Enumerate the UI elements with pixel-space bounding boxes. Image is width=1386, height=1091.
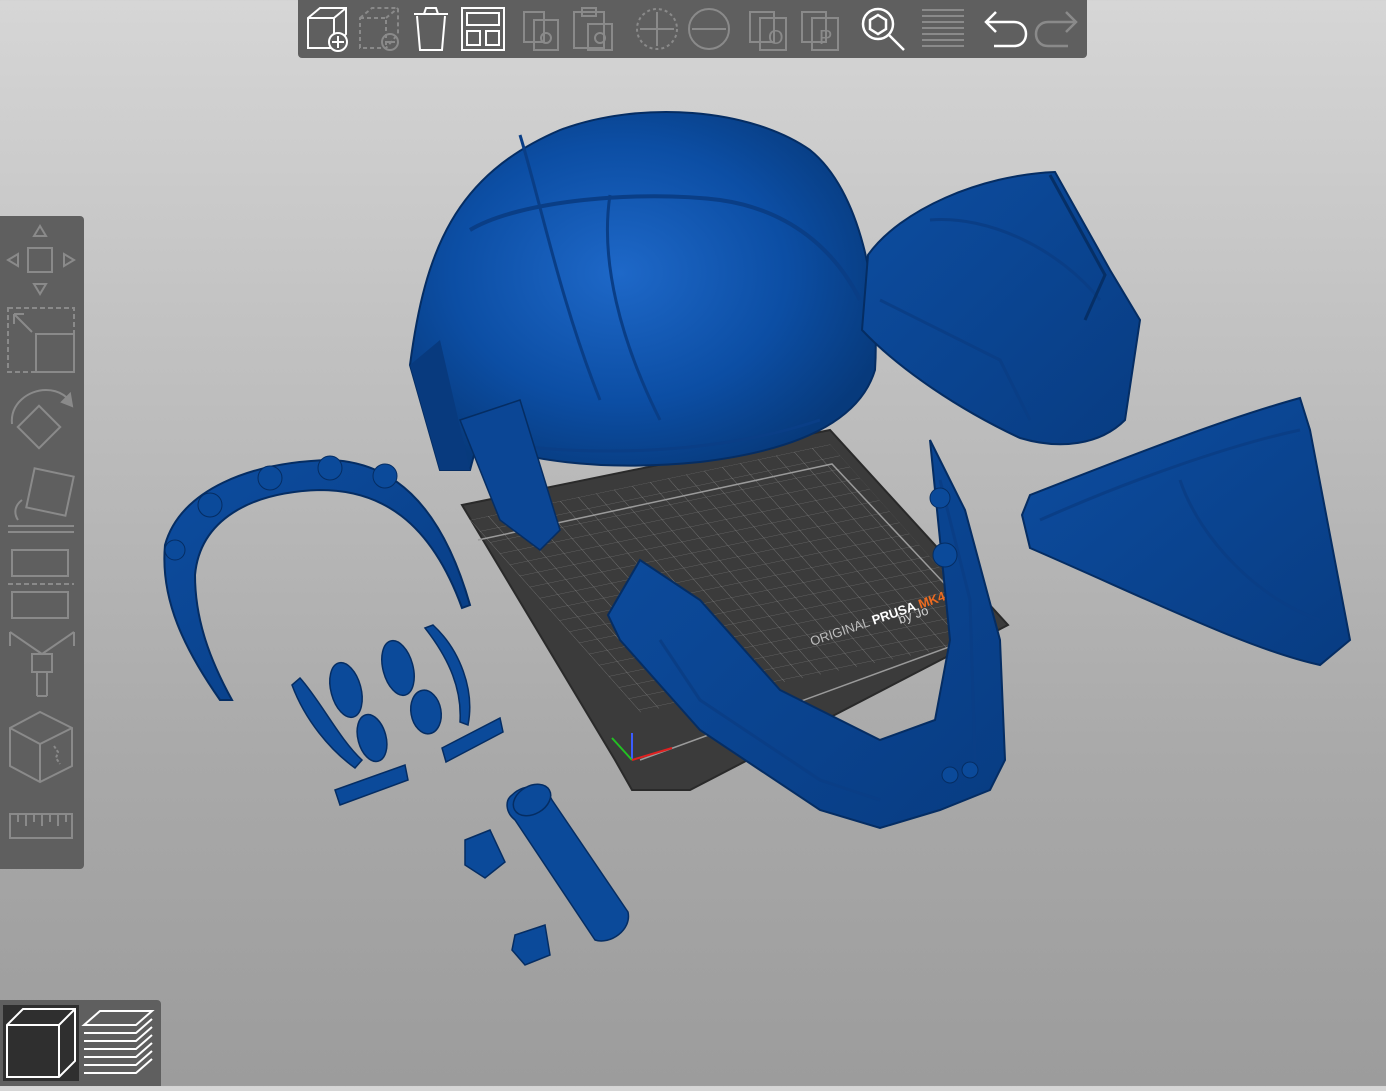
paint-brush-icon <box>9 631 75 697</box>
rotate-icon <box>10 388 74 450</box>
arrange-icon <box>461 7 505 51</box>
undo-icon <box>984 11 1028 48</box>
paste-button[interactable] <box>570 4 620 54</box>
cube-icon <box>6 1008 76 1078</box>
move-arrows-icon <box>6 224 76 296</box>
paint-supports-tool[interactable] <box>4 626 78 702</box>
svg-text:P: P <box>819 27 832 49</box>
view-switch-bar <box>0 1000 161 1086</box>
layers-stack-icon <box>81 1010 155 1074</box>
measure-tool[interactable] <box>4 794 78 860</box>
search-icon <box>861 7 905 51</box>
delete-all-button[interactable] <box>406 4 456 54</box>
search-button[interactable] <box>858 4 908 54</box>
plus-circle-icon <box>636 8 678 50</box>
redo-button[interactable] <box>1032 4 1082 54</box>
3d-viewport[interactable]: ORIGINAL PRUSA MK4 by Jo <box>0 0 1386 1086</box>
move-tool[interactable] <box>4 222 78 298</box>
cube-seam-icon <box>9 710 73 784</box>
cube-plus-icon <box>307 7 348 52</box>
cut-tool[interactable] <box>4 546 78 622</box>
cube-minus-icon <box>359 7 399 51</box>
add-instance-button[interactable] <box>632 4 682 54</box>
redo-icon <box>1034 11 1078 48</box>
place-on-face-icon <box>8 467 75 533</box>
left-toolbar <box>0 216 84 869</box>
trash-icon <box>414 7 448 51</box>
copy-button[interactable] <box>520 4 570 54</box>
flashlight-model[interactable] <box>464 778 630 966</box>
arrange-button[interactable] <box>458 4 508 54</box>
scene-canvas[interactable]: ORIGINAL PRUSA MK4 by Jo <box>0 0 1386 1086</box>
layers-editing-button[interactable] <box>918 4 968 54</box>
headband-model[interactable] <box>163 455 472 701</box>
minus-circle-icon <box>688 8 730 50</box>
delete-button[interactable] <box>354 4 404 54</box>
scale-icon <box>7 307 75 373</box>
padding-pieces-model[interactable] <box>291 624 504 806</box>
layers-icon <box>922 9 964 47</box>
place-on-face-tool[interactable] <box>4 466 78 542</box>
seam-painting-tool[interactable] <box>4 706 78 786</box>
3d-view-button[interactable] <box>3 1005 79 1081</box>
split-objects-icon: O <box>749 11 787 51</box>
ruler-icon <box>9 813 73 839</box>
copy-icon <box>523 11 559 51</box>
rotate-tool[interactable] <box>4 384 78 464</box>
split-parts-icon: P <box>801 11 839 51</box>
preview-button[interactable] <box>80 1005 156 1081</box>
split-parts-button[interactable]: P <box>798 4 848 54</box>
undo-button[interactable] <box>980 4 1030 54</box>
cut-icon <box>8 549 74 619</box>
cheek-guard-right-model[interactable] <box>860 170 1142 446</box>
split-objects-button[interactable]: O <box>746 4 796 54</box>
remove-instance-button[interactable] <box>684 4 734 54</box>
svg-text:O: O <box>768 27 784 49</box>
paste-icon <box>573 7 613 51</box>
add-button[interactable] <box>302 4 352 54</box>
top-toolbar: O P <box>298 0 1087 58</box>
scale-tool[interactable] <box>4 302 78 380</box>
